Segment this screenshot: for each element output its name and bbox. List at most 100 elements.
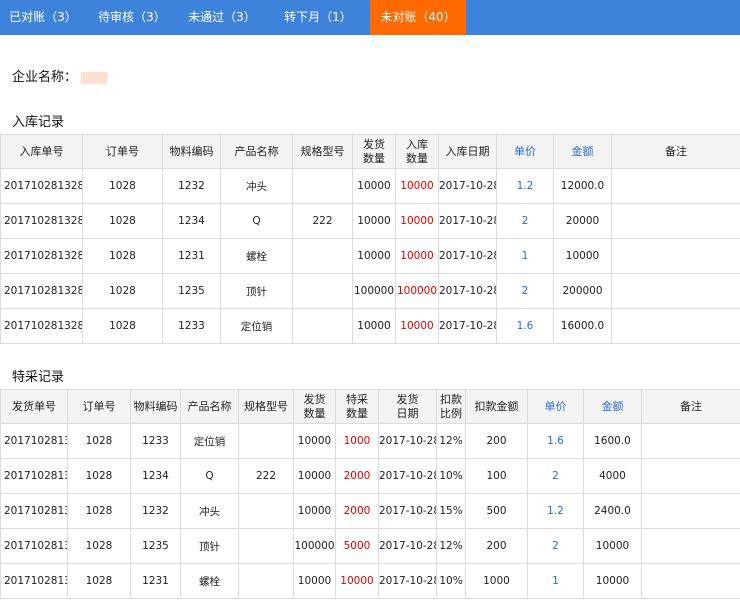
special-cell: 100	[465, 458, 528, 494]
table-row[interactable]: 2017102813...10281231螺栓10000100002017-10…	[0, 563, 740, 599]
special-cell: 1232	[130, 493, 181, 529]
inbound-header-cell: 发货 数量	[352, 134, 396, 169]
tab-pending-review[interactable]: 待审核（3）	[86, 0, 178, 35]
special-cell: 10000	[293, 458, 336, 494]
special-cell	[238, 563, 294, 599]
special-cell: 2017-10-28	[378, 528, 437, 564]
special-cell: 10000	[335, 563, 379, 599]
inbound-cell: 2017-10-28	[438, 273, 497, 309]
table-row[interactable]: 2017102813284810281235顶针1000001000002017…	[0, 273, 740, 309]
special-cell	[641, 528, 740, 564]
inbound-header-cell: 备注	[611, 134, 740, 169]
inbound-cell	[611, 168, 740, 204]
special-cell: 2017102813...	[0, 528, 68, 564]
special-cell: 2017102813...	[0, 493, 68, 529]
special-cell: 200	[465, 423, 528, 459]
inbound-cell: 2017-10-28	[438, 308, 497, 344]
inbound-header-cell: 产品名称	[220, 134, 293, 169]
special-cell	[641, 493, 740, 529]
special-cell: 2	[527, 458, 584, 494]
special-cell: 2	[527, 528, 584, 564]
special-header-cell: 物料编码	[130, 389, 181, 424]
special-cell: 100000	[293, 528, 336, 564]
table-row[interactable]: 2017102813...10281233定位销 1000010002017-10…	[0, 423, 740, 459]
inbound-cell: 顶针	[220, 273, 293, 309]
inbound-header-row: 入库单号 订单号 物料编码 产品名称 规格型号 发货 数量 入库 数量 入库日期 单价 金额 备注	[0, 134, 740, 169]
inbound-cell: 2	[496, 273, 554, 309]
inbound-cell: 1	[496, 238, 554, 274]
special-cell: 2017-10-28	[378, 563, 437, 599]
special-cell: 1028	[67, 528, 131, 564]
inbound-cell: 螺栓	[220, 238, 293, 274]
tab-unreconciled[interactable]: 未对账（40）	[370, 0, 466, 35]
special-header-row: 发货单号 订单号 物料编码 产品名称 规格型号 发货 数量 特采 数量 发货 日期 扣款 比例扣…	[0, 389, 740, 424]
inbound-cell: 20171028132848	[0, 168, 83, 204]
special-cell: 200	[465, 528, 528, 564]
special-cell: 螺栓	[180, 563, 239, 599]
table-row[interactable]: 2017102813284810281232冲头10000100002017-1…	[0, 168, 740, 204]
inbound-header-cell: 入库 数量	[395, 134, 439, 169]
special-cell: 1.6	[527, 423, 584, 459]
inbound-cell: 16000.0	[553, 308, 612, 344]
special-header-cell: 规格型号	[238, 389, 294, 424]
inbound-cell: 1233	[162, 308, 221, 344]
table-row[interactable]: 2017102813...10281234Q2221000020002017-1…	[0, 458, 740, 494]
special-header-cell: 产品名称	[180, 389, 239, 424]
special-header-cell: 发货单号	[0, 389, 68, 424]
table-row[interactable]: 2017102813...10281235顶针 10000050002017-10…	[0, 528, 740, 564]
special-cell: 2017-10-28	[378, 493, 437, 529]
special-cell: 冲头	[180, 493, 239, 529]
special-cell: 4000	[583, 458, 642, 494]
inbound-cell	[611, 203, 740, 239]
table-row[interactable]: 2017102813284810281234Q22210000100002017…	[0, 203, 740, 239]
special-cell: 2017102813...	[0, 423, 68, 459]
special-cell: 顶针	[180, 528, 239, 564]
inbound-cell: 20000	[553, 203, 612, 239]
inbound-cell: 1232	[162, 168, 221, 204]
special-cell: 1028	[67, 493, 131, 529]
special-cell: 2017-10-28	[378, 458, 437, 494]
special-cell: 1028	[67, 458, 131, 494]
table-row[interactable]: 2017102813284810281231螺栓10000100002017-1…	[0, 238, 740, 274]
inbound-cell: 200000	[553, 273, 612, 309]
inbound-cell: 1.2	[496, 168, 554, 204]
special-cell: 1233	[130, 423, 181, 459]
special-cell: 12%	[436, 423, 466, 459]
special-cell: 1	[527, 563, 584, 599]
inbound-cell: 1231	[162, 238, 221, 274]
special-header-cell: 备注	[641, 389, 740, 424]
inbound-cell: 20171028132848	[0, 273, 83, 309]
tab-next-month[interactable]: 转下月（1）	[266, 0, 370, 35]
company-name-label: 企业名称：	[12, 70, 78, 85]
inbound-cell: 10000	[553, 238, 612, 274]
inbound-cell: 1028	[82, 203, 163, 239]
inbound-cell	[292, 238, 353, 274]
special-section-title: 特采记录	[12, 370, 65, 385]
inbound-cell: 2017-10-28	[438, 203, 497, 239]
inbound-header-cell: 入库单号	[0, 134, 83, 169]
special-cell: 500	[465, 493, 528, 529]
table-row[interactable]: 2017102813284810281233定位销10000100002017-…	[0, 308, 740, 344]
special-cell: 10000	[293, 493, 336, 529]
tab-reconciled[interactable]: 已对账（3）	[0, 0, 86, 35]
tab-rejected[interactable]: 未通过（3）	[178, 0, 266, 35]
inbound-cell: 1028	[82, 168, 163, 204]
inbound-cell: 222	[292, 203, 353, 239]
inbound-cell: 10000	[395, 238, 439, 274]
inbound-cell	[292, 308, 353, 344]
inbound-header-cell: 规格型号	[292, 134, 353, 169]
inbound-header-cell: 物料编码	[162, 134, 221, 169]
company-name-value	[81, 71, 108, 84]
special-cell: 5000	[335, 528, 379, 564]
special-cell: 1028	[67, 563, 131, 599]
table-row[interactable]: 2017102813...10281232冲头 1000020002017-10-…	[0, 493, 740, 529]
inbound-cell: 10000	[395, 308, 439, 344]
status-tabs: 已对账（3） 待审核（3） 未通过（3） 转下月（1） 未对账（40）	[0, 0, 740, 35]
special-header-cell: 扣款 比例	[436, 389, 466, 424]
special-cell	[238, 493, 294, 529]
special-cell: 222	[238, 458, 294, 494]
special-cell	[238, 528, 294, 564]
inbound-cell	[611, 308, 740, 344]
special-cell: 1000	[465, 563, 528, 599]
special-cell	[641, 423, 740, 459]
